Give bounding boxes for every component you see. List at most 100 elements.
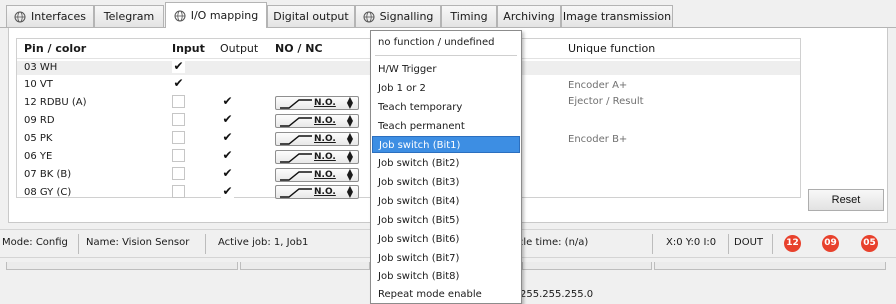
dropdown-item[interactable]: Repeat mode enable <box>372 286 520 303</box>
lower-panel-edge <box>6 262 238 270</box>
tab-label: Timing <box>450 10 488 23</box>
globe-icon <box>14 11 26 22</box>
mode-value: Config <box>35 237 68 248</box>
spinner-icon: ▲ ▼ <box>346 149 354 164</box>
switch-no-icon <box>280 171 312 181</box>
lower-panel-edge <box>240 262 370 270</box>
input-checkbox[interactable] <box>172 95 185 108</box>
output-checkbox[interactable]: ✔ <box>221 113 234 126</box>
no-nc-select[interactable]: N.O. ▲ ▼ <box>275 168 359 182</box>
status-separator <box>205 234 206 254</box>
dropdown-separator <box>375 55 517 56</box>
input-checkbox[interactable]: ✔ <box>172 77 185 90</box>
status-separator <box>78 234 79 254</box>
dropdown-item[interactable]: Job switch (Bit4) <box>372 193 520 210</box>
tab-archiving[interactable]: Archiving <box>497 5 561 27</box>
tab-label: Archiving <box>503 10 555 23</box>
output-checkbox[interactable]: ✔ <box>221 95 234 108</box>
status-active-job: Active job: 1, Job1 <box>218 236 308 250</box>
spinner-icon: ▲ ▼ <box>346 95 354 110</box>
lower-panel-edge <box>654 262 886 270</box>
active-job-value: 1, Job1 <box>273 237 309 248</box>
input-checkbox[interactable] <box>172 131 185 144</box>
tab-label: I/O mapping <box>190 9 259 22</box>
name-label: Name: <box>86 237 119 248</box>
table-row-pin: 05 PK <box>24 133 53 144</box>
header-output: Output <box>220 42 259 55</box>
header-pin-color: Pin / color <box>24 42 87 55</box>
dropdown-item[interactable]: Job switch (Bit8) <box>372 268 520 285</box>
spinner-icon: ▲ ▼ <box>346 167 354 182</box>
tab-label: Signalling <box>379 10 434 23</box>
table-row-pin: 09 RD <box>24 115 55 126</box>
no-nc-select[interactable]: N.O. ▲ ▼ <box>275 185 359 199</box>
status-dout: DOUT <box>734 237 763 248</box>
name-value: Vision Sensor <box>122 237 190 248</box>
output-checkbox[interactable]: ✔ <box>221 167 234 180</box>
header-no-nc: NO / NC <box>275 42 323 55</box>
function-dropdown-list[interactable]: no function / undefined H/W Trigger Job … <box>370 30 522 304</box>
spinner-icon: ▲ ▼ <box>346 184 354 199</box>
dropdown-item[interactable]: no function / undefined <box>372 34 520 51</box>
header-unique-function: Unique function <box>568 42 656 55</box>
dropdown-item[interactable]: Job 1 or 2 <box>372 80 520 97</box>
tab-io-mapping[interactable]: I/O mapping <box>165 2 267 28</box>
tab-label: Digital output <box>273 10 349 23</box>
lower-panel-edge <box>522 262 652 270</box>
no-nc-value: N.O. <box>314 134 336 144</box>
table-row-pin: 07 BK (B) <box>24 169 72 180</box>
no-nc-select[interactable]: N.O. ▲ ▼ <box>275 96 359 110</box>
input-checkbox[interactable] <box>172 149 185 162</box>
output-led-indicator: 12 <box>784 235 801 252</box>
tab-digital-output[interactable]: Digital output <box>267 5 355 27</box>
tab-telegram[interactable]: Telegram <box>94 5 164 27</box>
dropdown-item[interactable]: Job switch (Bit6) <box>372 231 520 248</box>
tab-label: Telegram <box>103 10 155 23</box>
input-checkbox[interactable] <box>172 167 185 180</box>
mode-label: Mode: <box>2 237 33 248</box>
no-nc-value: N.O. <box>314 98 336 108</box>
dropdown-item[interactable]: Job switch (Bit7) <box>372 250 520 267</box>
input-checkbox[interactable] <box>172 113 185 126</box>
no-nc-select[interactable]: N.O. ▲ ▼ <box>275 114 359 128</box>
dropdown-item[interactable]: Job switch (Bit5) <box>372 212 520 229</box>
output-led-indicator: 09 <box>822 235 839 252</box>
status-separator <box>652 234 653 254</box>
input-checkbox[interactable] <box>172 185 185 198</box>
spinner-icon: ▲ ▼ <box>346 131 354 146</box>
output-led-indicator: 05 <box>861 235 878 252</box>
cycle-time-value: (n/a) <box>564 237 589 248</box>
table-row-pin: 08 GY (C) <box>24 187 72 198</box>
dropdown-item[interactable]: H/W Trigger <box>372 61 520 78</box>
unique-function: Ejector / Result <box>568 96 644 107</box>
tab-timing[interactable]: Timing <box>441 5 497 27</box>
input-checkbox[interactable]: ✔ <box>172 60 185 73</box>
table-row-pin: 12 RDBU (A) <box>24 97 87 108</box>
no-nc-select[interactable]: N.O. ▲ ▼ <box>275 132 359 146</box>
unique-function: H/W Trigger <box>568 61 627 72</box>
no-nc-select[interactable]: N.O. ▲ ▼ <box>275 150 359 164</box>
tab-bar: Interfaces Telegram I/O mapping Digital … <box>0 0 896 28</box>
status-separator <box>772 234 773 254</box>
output-checkbox[interactable]: ✔ <box>221 149 234 162</box>
tab-signalling[interactable]: Signalling <box>355 5 441 27</box>
spinner-icon: ▲ ▼ <box>346 113 354 128</box>
tab-interfaces[interactable]: Interfaces <box>6 5 94 27</box>
table-row-pin: 06 YE <box>24 151 53 162</box>
dropdown-item[interactable]: Job switch (Bit3) <box>372 174 520 191</box>
table-row-pin: 10 VT <box>24 79 53 90</box>
dropdown-item[interactable]: Teach temporary <box>372 99 520 116</box>
switch-no-icon <box>280 135 312 145</box>
reset-button[interactable]: Reset <box>808 189 884 211</box>
dropdown-item-selected[interactable]: Job switch (Bit1) <box>372 136 520 153</box>
tab-label: Interfaces <box>31 10 86 23</box>
switch-no-icon <box>280 153 312 163</box>
switch-no-icon <box>280 117 312 127</box>
dropdown-item[interactable]: Teach permanent <box>372 118 520 135</box>
no-nc-value: N.O. <box>314 116 336 126</box>
output-checkbox[interactable]: ✔ <box>221 131 234 144</box>
dropdown-item[interactable]: Job switch (Bit2) <box>372 155 520 172</box>
tab-image-transmission[interactable]: Image transmission <box>561 5 673 27</box>
output-checkbox[interactable]: ✔ <box>221 185 234 198</box>
switch-no-icon <box>280 188 312 198</box>
